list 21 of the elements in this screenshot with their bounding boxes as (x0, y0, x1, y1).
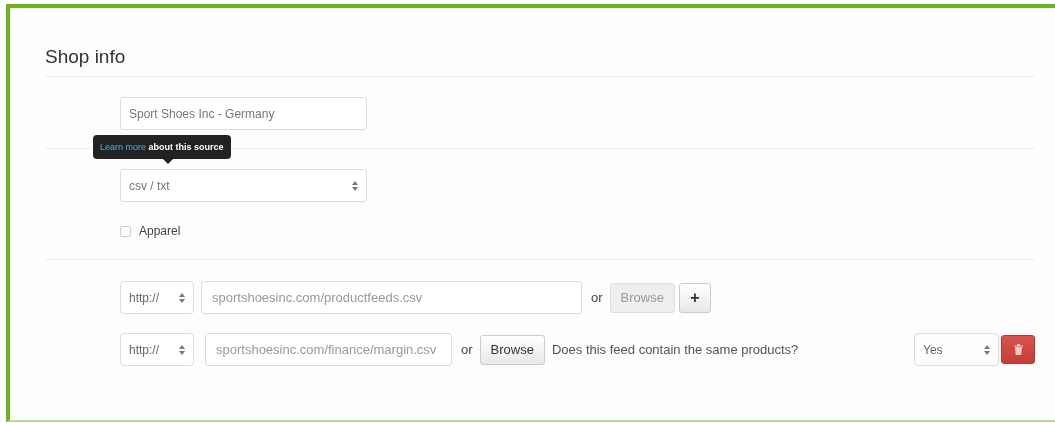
delete-button[interactable] (1001, 335, 1035, 364)
add-button[interactable]: + (678, 282, 711, 313)
select-arrows-icon (179, 344, 185, 355)
protocol-select[interactable]: http:// (120, 281, 194, 314)
answer-select[interactable]: Yes (914, 333, 999, 366)
question-label: Does this feed contain the same products? (551, 342, 799, 357)
checkbox[interactable] (120, 225, 131, 237)
learn-more-link[interactable]: Learn more (100, 142, 147, 152)
browse-button[interactable]: Browse (479, 334, 545, 365)
or-label: or (591, 290, 603, 305)
format-select[interactable]: csv / txt (120, 169, 367, 202)
or-label: or (461, 342, 473, 357)
select-arrows-icon (984, 344, 990, 355)
shop-name-field[interactable]: Sport Shoes Inc - Germany (120, 97, 367, 130)
checkbox-label: Apparel (139, 224, 181, 238)
trash-icon (1013, 344, 1023, 355)
section-title: Shop info (45, 8, 1035, 77)
protocol-select[interactable]: http:// (120, 333, 194, 366)
tooltip-text: about this source (148, 142, 224, 152)
select-arrows-icon (179, 292, 185, 303)
select-arrows-icon (352, 180, 358, 191)
